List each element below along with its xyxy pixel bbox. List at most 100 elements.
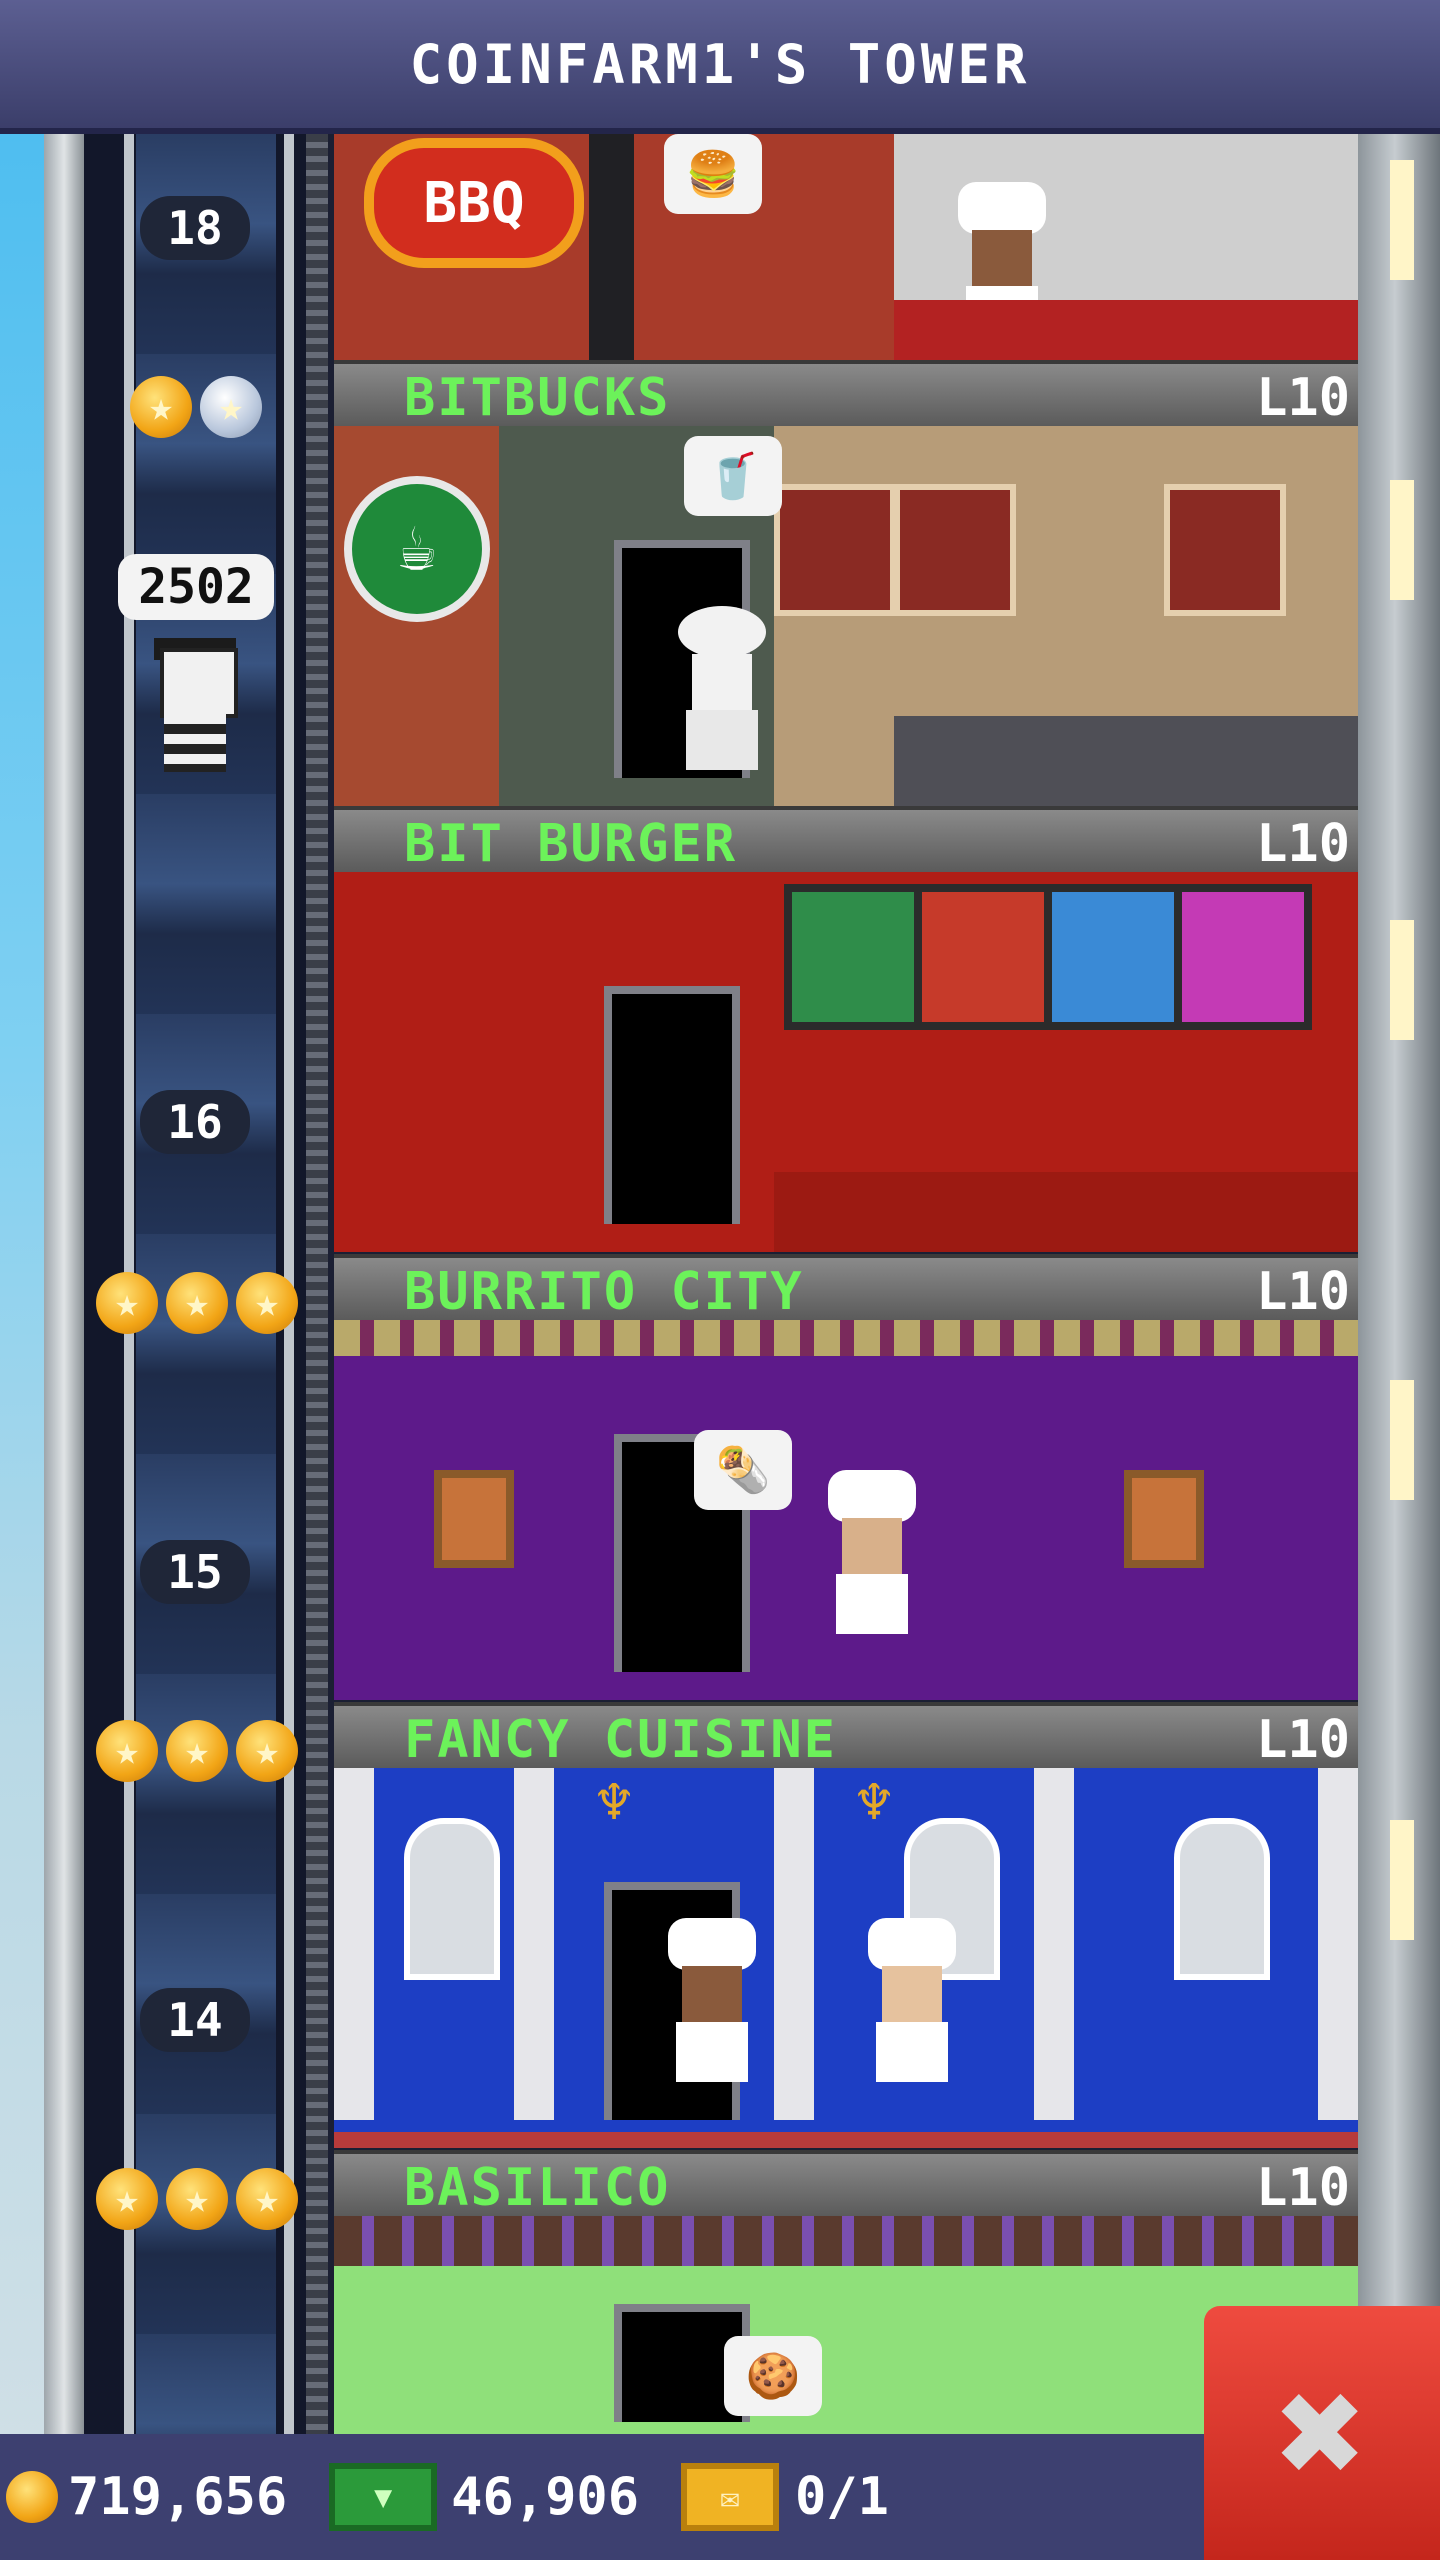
building-window [1390,1380,1414,1500]
fancy-cuisine-interior: ♆ ♆ [334,1768,1358,2148]
menu-board [1164,484,1286,616]
chandelier-icon: ♆ [855,1768,893,1838]
coin-icon [6,2471,58,2523]
burger-counter [774,1172,1358,1252]
chef-character [824,1470,920,1640]
store-level: L10 [1256,1262,1350,1322]
elevator-rider-count[interactable]: 2502 [118,554,274,620]
bitbucks-counter [894,716,1358,806]
store-label-band: FANCY CUISINE L10 [334,1702,1358,1770]
store-label-band: BIT BURGER L10 [334,806,1358,874]
store-name: FANCY CUISINE [404,1710,837,1770]
menu-screen [914,884,1052,1030]
coins-display[interactable]: 719,656 [6,2467,287,2527]
pillar [774,1768,814,2120]
decorative-trim [334,2216,1358,2266]
ticket-icon: ✉ [681,2463,779,2531]
bbq-sign: BBQ [364,138,584,268]
store-label-band: BURRITO CITY L10 [334,1254,1358,1322]
bux-value: 46,906 [451,2467,639,2527]
store-level: L10 [1256,1710,1350,1770]
stars-burrito-city: ★ ★ ★ [96,1272,298,1334]
gold-star-icon: ★ [96,1720,158,1782]
menu-screen [1044,884,1182,1030]
elevator-rider-bitizen[interactable] [146,638,242,778]
gold-star-icon: ★ [166,1272,228,1334]
store-name: BASILICO [404,2158,671,2218]
menu-screen [1174,884,1312,1030]
burger-speech-bubble: 🍔 [664,134,762,214]
cookie-speech-bubble: 🍪 [724,2336,822,2416]
gold-star-icon: ★ [166,2168,228,2230]
decorative-trim [334,1320,1358,1356]
floor-number-14: 14 [140,1988,250,2052]
tickets-value: 0/1 [795,2467,889,2527]
floor-bbq[interactable]: BBQ 🍔 [334,134,1358,360]
store-level: L10 [1256,814,1350,874]
wall-painting [1124,1470,1204,1568]
floor-number-16: 16 [140,1090,250,1154]
sky-background [0,134,44,2434]
chef-character [664,1918,760,2088]
store-label-band: BASILICO L10 [334,2150,1358,2218]
bux-display[interactable]: ▼ 46,906 [329,2463,639,2531]
building-window [1390,160,1414,280]
store-level: L10 [1256,368,1350,428]
pillar [334,1768,374,2120]
stars-bitbucks: ★ ★ [130,376,262,438]
close-icon: ✖ [1276,2346,1368,2520]
gold-star-icon: ★ [166,1720,228,1782]
pillar [1034,1768,1074,2120]
gold-star-icon: ★ [236,1720,298,1782]
store-door [604,986,740,1224]
silver-star-icon: ★ [200,376,262,438]
menu-screen [784,884,922,1030]
bbq-counter [894,300,1358,360]
title-bar: COINFARM1'S TOWER [0,0,1440,134]
menu-board [894,484,1016,616]
gold-star-icon: ★ [236,1272,298,1334]
floor-burrito-city[interactable]: BURRITO CITY L10 🌯 [334,1254,1358,1700]
coffee-speech-bubble: 🥤 [684,436,782,516]
building-right-wall [1358,134,1440,2434]
bitbucks-interior: ☕ 🥤 [334,426,1358,806]
chef-character [864,1918,960,2088]
building-left-wall [44,134,84,2434]
pillar [1318,1768,1358,2120]
gold-star-icon: ★ [130,376,192,438]
bux-icon: ▼ [329,2463,438,2531]
menu-board [774,484,896,616]
tower-title: COINFARM1'S TOWER [409,32,1031,96]
stars-fancy-cuisine: ★ ★ ★ [96,1720,298,1782]
floor-number-15: 15 [140,1540,250,1604]
gold-star-icon: ★ [96,2168,158,2230]
wall-painting [434,1470,514,1568]
coffee-cup-icon: ☕ [344,476,490,622]
burrito-speech-bubble: 🌯 [694,1430,792,1510]
chandelier-icon: ♆ [595,1768,633,1838]
elevator-track [306,134,328,2434]
store-name: BURRITO CITY [404,1262,804,1322]
stars-basilico: ★ ★ ★ [96,2168,298,2230]
arched-window [404,1818,500,1980]
burrito-city-interior: 🌯 [334,1320,1358,1700]
floor-number-18: 18 [140,196,250,260]
building-window [1390,480,1414,600]
store-label-band: BITBUCKS L10 [334,360,1358,428]
gold-star-icon: ★ [96,1272,158,1334]
bbq-interior: BBQ 🍔 [334,134,1358,360]
floor-bit-burger[interactable]: BIT BURGER L10 [334,806,1358,1252]
pillar [514,1768,554,2120]
snowman-bitizen [674,606,770,776]
close-button[interactable]: ✖ [1204,2306,1440,2560]
store-name: BITBUCKS [404,368,671,428]
arched-window [1174,1818,1270,1980]
floor-trim [334,2132,1358,2148]
building-window [1390,920,1414,1040]
tickets-display[interactable]: ✉ 0/1 [681,2463,889,2531]
floor-bitbucks[interactable]: BITBUCKS L10 ☕ 🥤 [334,360,1358,806]
floor-fancy-cuisine[interactable]: FANCY CUISINE L10 ♆ ♆ [334,1702,1358,2148]
store-name: BIT BURGER [404,814,738,874]
bit-burger-interior [334,872,1358,1252]
gold-star-icon: ★ [236,2168,298,2230]
